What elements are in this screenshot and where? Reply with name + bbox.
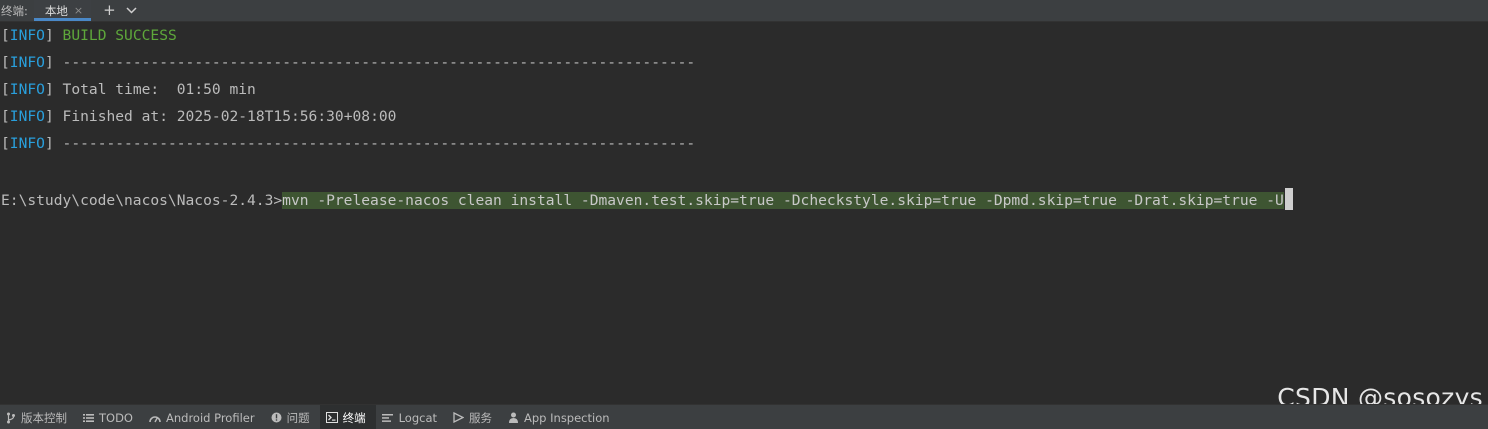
logcat-icon bbox=[381, 413, 394, 423]
info-tag: INFO bbox=[9, 81, 45, 98]
terminal-tab-bar: 终端: 本地 × + bbox=[0, 0, 1488, 22]
tool-label: App Inspection bbox=[524, 410, 610, 425]
terminal-tabbar-label: 终端: bbox=[1, 3, 28, 18]
tool-logcat[interactable]: Logcat bbox=[376, 405, 447, 429]
finished-at-text: Finished at: 2025-02-18T15:56:30+08:00 bbox=[62, 108, 397, 125]
text-cursor bbox=[1284, 188, 1293, 210]
tab-local-label: 本地 bbox=[44, 3, 68, 18]
tool-label: 终端 bbox=[342, 410, 366, 425]
gauge-icon bbox=[149, 413, 161, 423]
service-icon bbox=[453, 412, 465, 423]
info-tag: INFO bbox=[9, 27, 45, 44]
tool-android-profiler[interactable]: Android Profiler bbox=[143, 405, 265, 429]
terminal-line: [INFO] ---------------------------------… bbox=[1, 54, 696, 71]
tool-version-control[interactable]: 版本控制 bbox=[0, 405, 77, 429]
info-circle-icon bbox=[271, 412, 282, 423]
tool-todo[interactable]: TODO bbox=[77, 405, 143, 429]
tool-services[interactable]: 服务 bbox=[447, 405, 502, 429]
command-input[interactable]: mvn -Prelease-nacos clean install -Dmave… bbox=[282, 192, 1284, 209]
total-time-text: Total time: 01:50 min bbox=[62, 81, 256, 98]
tool-label: TODO bbox=[99, 410, 133, 425]
add-tab-icon[interactable]: + bbox=[103, 3, 116, 18]
terminal-line: [INFO] ---------------------------------… bbox=[1, 135, 696, 152]
branch-icon bbox=[6, 412, 16, 424]
tool-window-bar: 版本控制 TODO Android Profiler 问题 终端 Logcat … bbox=[0, 404, 1488, 429]
tool-label: Logcat bbox=[398, 410, 438, 425]
terminal-line: [INFO] Total time: 01:50 min bbox=[1, 81, 256, 98]
tab-local[interactable]: 本地 × bbox=[33, 0, 92, 21]
tool-terminal[interactable]: 终端 bbox=[319, 405, 376, 429]
chevron-down-icon[interactable] bbox=[126, 7, 137, 14]
inspection-icon bbox=[508, 412, 519, 424]
build-success-text: BUILD SUCCESS bbox=[62, 27, 177, 44]
tool-label: 版本控制 bbox=[21, 410, 67, 425]
list-icon bbox=[83, 413, 94, 423]
tool-problems[interactable]: 问题 bbox=[265, 405, 320, 429]
tool-app-inspection[interactable]: App Inspection bbox=[502, 405, 620, 429]
tool-label: 问题 bbox=[286, 410, 310, 425]
separator-text: ----------------------------------------… bbox=[62, 135, 696, 152]
info-tag: INFO bbox=[9, 135, 45, 152]
prompt-line[interactable]: E:\study\code\nacos\Nacos-2.4.3>mvn -Pre… bbox=[1, 188, 1293, 210]
separator-text: ----------------------------------------… bbox=[62, 54, 696, 71]
terminal-output[interactable]: [INFO] BUILD SUCCESS [INFO] ------------… bbox=[0, 22, 1488, 403]
info-tag: INFO bbox=[9, 108, 45, 125]
prompt-path: E:\study\code\nacos\Nacos-2.4.3> bbox=[1, 192, 283, 209]
terminal-line: [INFO] BUILD SUCCESS bbox=[1, 27, 177, 44]
close-icon[interactable]: × bbox=[74, 4, 83, 17]
terminal-icon bbox=[325, 412, 338, 423]
terminal-window: 终端: 本地 × + [INFO] BUILD SUCCESS [INFO] -… bbox=[0, 0, 1488, 429]
tool-label: Android Profiler bbox=[165, 410, 255, 425]
tool-label: 服务 bbox=[469, 410, 493, 425]
terminal-line: [INFO] Finished at: 2025-02-18T15:56:30+… bbox=[1, 108, 397, 125]
info-tag: INFO bbox=[9, 54, 45, 71]
